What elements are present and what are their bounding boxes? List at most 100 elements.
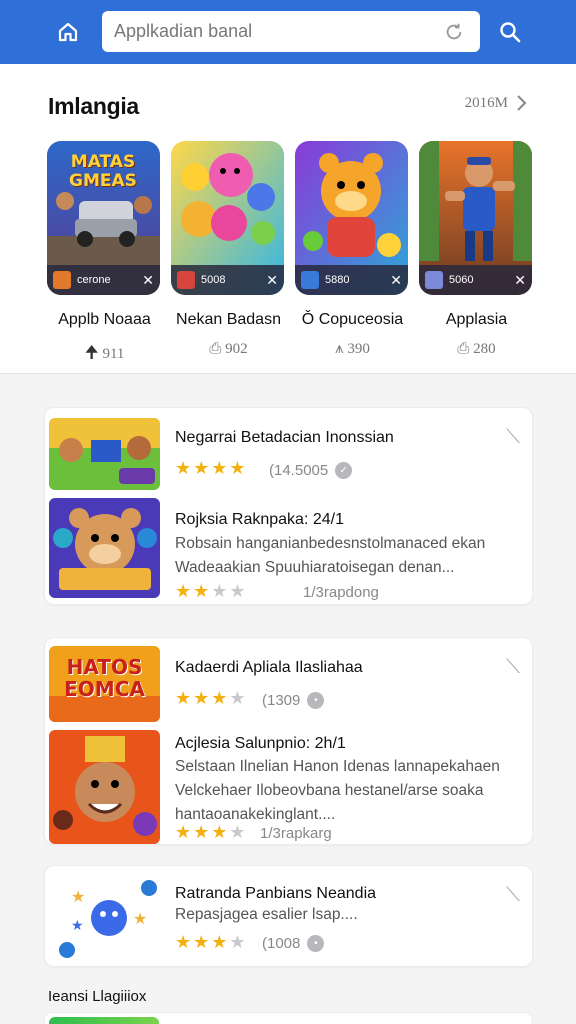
tile-count: ⩚ 390 xyxy=(295,340,410,358)
list-item[interactable]: Acjlesia Salunpnio: 2h/1 Selstaan Ilneli… xyxy=(45,726,532,846)
tools-icon: ✕ xyxy=(142,271,154,288)
refresh-button[interactable] xyxy=(440,18,468,46)
tile-name: Applasia xyxy=(445,311,508,328)
tile-count-value: 911 xyxy=(102,346,125,362)
app-thumbnail xyxy=(49,498,160,598)
rating-count: (1309 • xyxy=(262,692,325,709)
tile-meta-strip: 5008 ✕ xyxy=(171,265,284,295)
app-card: Negarrai Betadacian Inonssian ★ ★ ★ ★ (14.5… xyxy=(44,407,533,605)
tile-meta-strip: 5880 ✕ xyxy=(295,265,408,295)
star-filled-icon: ★ xyxy=(211,458,228,478)
star-rating: ★ ★ ★ ★ xyxy=(175,458,246,479)
tile-name: Applb Noaaa xyxy=(58,311,151,328)
search-icon xyxy=(500,22,521,43)
star-filled-icon: ★ xyxy=(175,581,192,601)
list-item[interactable]: HATOS EOMCA Kadaerdi Apliala Ilasliahaa … xyxy=(45,638,532,726)
tile-name: Ǒ Copuceosia xyxy=(301,311,404,328)
refresh-icon xyxy=(446,23,462,39)
star-filled-icon: ★ xyxy=(193,932,210,952)
featured-tile[interactable]: 5008 ✕ Nekan Badasn ⎙ 902 xyxy=(171,141,286,358)
tile-count: 🠉 911 xyxy=(47,340,162,369)
star-empty-icon: ★ xyxy=(229,581,246,601)
home-button[interactable] xyxy=(48,12,88,52)
info-icon: ✓ xyxy=(335,462,353,479)
featured-tiles: MATAS GMEAS cerone ✕ Applb Noaaa 🠉 911 5… xyxy=(47,141,537,362)
see-all-link[interactable]: 2016M xyxy=(465,94,528,112)
app-description: Repasjagea esalier lsap.... xyxy=(175,906,358,923)
star-empty-icon: ★ xyxy=(229,822,246,842)
game-thumbnail: 5060 ✕ xyxy=(419,141,532,295)
download-icon: ⎙ xyxy=(457,341,470,357)
expand-chevron-icon[interactable]: ⟍ xyxy=(506,884,520,907)
section-title: Imlangia xyxy=(48,93,139,119)
star-filled-icon: ★ xyxy=(193,688,210,708)
star-rating: ★ ★ ★ ★ xyxy=(175,581,246,602)
tile-strip-label: 5008 xyxy=(201,274,226,286)
svg-text:★: ★ xyxy=(71,917,84,933)
chevron-right-icon xyxy=(517,95,527,111)
search-input[interactable] xyxy=(114,21,440,42)
rating-count-value: 1/3rapkarg xyxy=(260,825,332,842)
list-item[interactable]: ★ ★ ★ Ratranda Panbians Neandia Repasjag… xyxy=(45,866,532,968)
list-item[interactable]: Rojksia Raknpaka: 24/1 Robsain hanganian… xyxy=(45,496,532,606)
app-title: Kadaerdi Apliala Ilasliahaa xyxy=(175,659,363,676)
tile-name: Nekan Badasn xyxy=(176,311,281,328)
star-rating: ★ ★ ★ ★ xyxy=(175,688,246,709)
star-filled-icon: ★ xyxy=(175,932,192,952)
star-filled-icon: ★ xyxy=(175,688,192,708)
star-filled-icon: ★ xyxy=(193,822,210,842)
search-box[interactable] xyxy=(102,11,480,52)
tile-meta-strip: 5060 ✕ xyxy=(419,265,532,295)
search-button[interactable] xyxy=(490,12,530,52)
app-title: Negarrai Betadacian Inonssian xyxy=(175,429,394,446)
featured-tile[interactable]: MATAS GMEAS cerone ✕ Applb Noaaa 🠉 911 xyxy=(47,141,162,369)
app-title: Ratranda Panbians Neandia xyxy=(175,885,377,902)
app-description: Selstaan Ilnelian Hanon Idenas lannapeka… xyxy=(175,758,500,823)
star-empty-icon: ★ xyxy=(229,932,246,952)
game-thumbnail: MATAS GMEAS cerone ✕ xyxy=(47,141,160,295)
rating-count-value: (1008 xyxy=(262,935,301,952)
app-thumbnail: ★ ★ ★ xyxy=(49,874,160,960)
star-empty-icon: ★ xyxy=(211,581,228,601)
rating-count-value: (1309 xyxy=(262,692,301,709)
list-item[interactable]: Negarrai Betadacian Inonssian ★ ★ ★ ★ (14.5… xyxy=(45,408,532,496)
star-rating: ★ ★ ★ ★ xyxy=(175,932,246,953)
star-rating: ★ ★ ★ ★ xyxy=(175,822,246,843)
section-title: Ieansi Llagiiiox xyxy=(48,988,147,1005)
svg-text:★: ★ xyxy=(71,889,85,906)
svg-text:★: ★ xyxy=(133,911,147,928)
rating-count: 1/3rapdong xyxy=(303,584,379,601)
tools-icon: ✕ xyxy=(514,271,526,288)
rating-count-value: 1/3rapdong xyxy=(303,584,379,601)
app-thumbnail xyxy=(49,418,160,490)
star-filled-icon: ★ xyxy=(193,581,210,601)
tile-strip-label: 5880 xyxy=(325,274,350,286)
rating-count: (1008 • xyxy=(262,935,325,952)
star-filled-icon: ★ xyxy=(211,822,228,842)
featured-tile[interactable]: 5060 ✕ Applasia ⎙ 280 xyxy=(419,141,534,358)
home-icon xyxy=(58,22,78,42)
app-card: HATOS EOMCA Kadaerdi Apliala Ilasliahaa … xyxy=(44,637,533,845)
featured-section: Imlangia 2016M MATAS GMEAS cerone ✕ Appl… xyxy=(0,64,576,374)
tile-strip-label: cerone xyxy=(77,274,111,286)
next-card-preview xyxy=(44,1012,533,1024)
star-filled-icon: ★ xyxy=(211,932,228,952)
rating-count: 1/3rapkarg xyxy=(260,825,332,842)
expand-chevron-icon[interactable]: ⟍ xyxy=(506,426,520,449)
expand-chevron-icon[interactable]: ⟍ xyxy=(506,656,520,679)
tile-count-value: 280 xyxy=(473,341,496,357)
star-empty-icon: ★ xyxy=(229,688,246,708)
tile-strip-label: 5060 xyxy=(449,274,474,286)
star-filled-icon: ★ xyxy=(193,458,210,478)
rating-count: (14.5005 ✓ xyxy=(269,462,353,479)
game-thumbnail: 5880 ✕ xyxy=(295,141,408,295)
person-icon: ⩚ xyxy=(335,341,344,357)
tile-count-value: 902 xyxy=(225,341,248,357)
arrow-up-icon: 🠉 xyxy=(84,343,99,362)
star-filled-icon: ★ xyxy=(211,688,228,708)
game-logo-text: MATAS GMEAS xyxy=(69,152,137,191)
tools-icon: ✕ xyxy=(390,271,402,288)
download-icon: ⎙ xyxy=(209,341,222,357)
tile-count-value: 390 xyxy=(347,341,370,357)
featured-tile[interactable]: 5880 ✕ Ǒ Copuceosia ⩚ 390 xyxy=(295,141,410,358)
